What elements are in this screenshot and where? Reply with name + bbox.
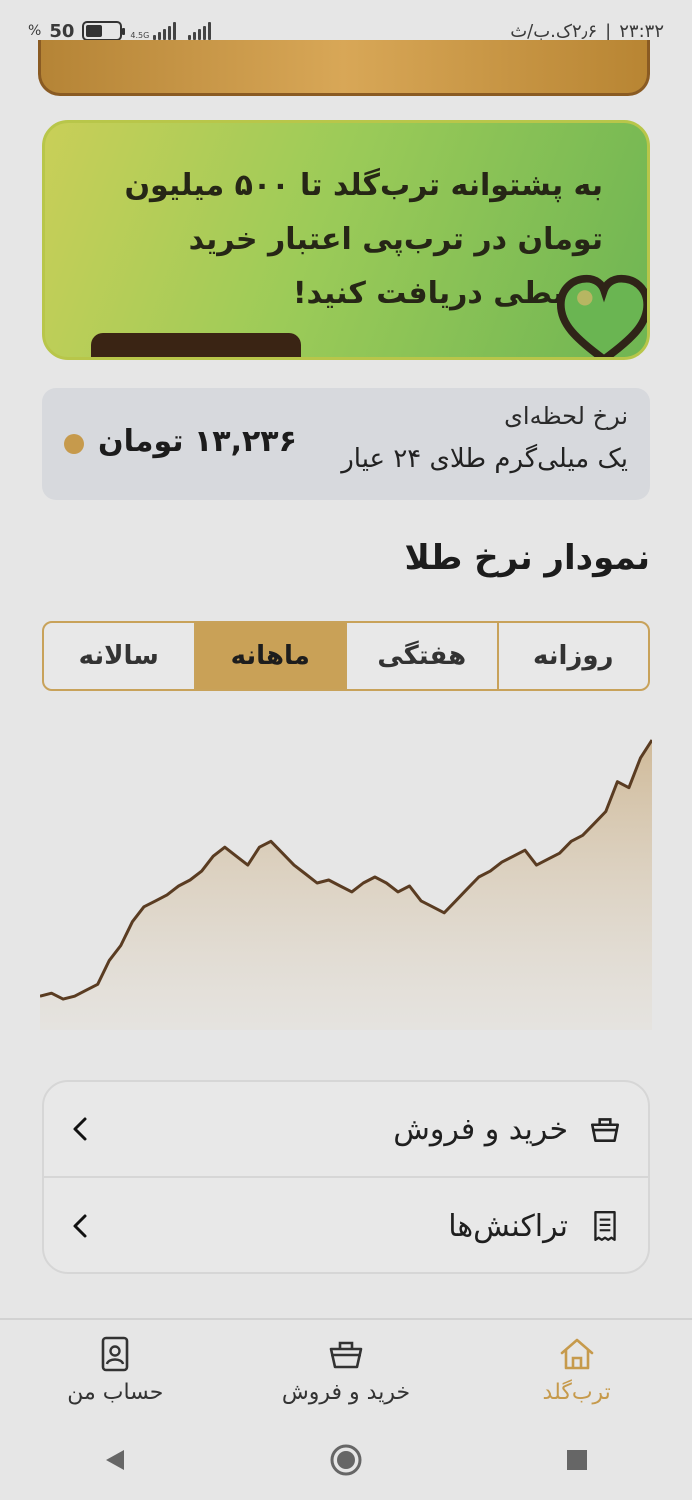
nav-label: خرید و فروش [281, 1379, 411, 1405]
menu-item-transactions[interactable]: تراکنش‌ها [44, 1178, 648, 1274]
basket-icon [329, 1341, 363, 1368]
bottom-nav: ترب‌گلد خرید و فروش حساب من [0, 1318, 692, 1418]
nav-label: حساب من [67, 1379, 164, 1405]
chevron-left-icon [73, 1214, 87, 1238]
signal-icon: 4.5G [130, 22, 212, 40]
nav-item-account[interactable]: حساب من [0, 1320, 231, 1418]
menu-item-buy-sell[interactable]: خرید و فروش [44, 1082, 648, 1178]
menu-card: خرید و فروش تراکنش‌ها [42, 1080, 650, 1274]
recents-button[interactable] [557, 1440, 597, 1480]
live-dot-icon [64, 434, 84, 454]
home-button[interactable] [326, 1440, 366, 1480]
recents-square-icon [566, 1450, 587, 1470]
home-icon [560, 1338, 593, 1369]
back-triangle-icon [106, 1450, 125, 1470]
gold-banner[interactable] [38, 40, 650, 96]
account-icon [102, 1336, 129, 1371]
rate-subtitle: یک میلی‌گرم طلای ۲۴ عیار [341, 444, 628, 474]
promo-text: به پشتوانه ترب‌گلد تا ۵۰۰ میلیون تومان د… [124, 168, 603, 311]
tab-weekly[interactable]: هفتگی [345, 623, 497, 689]
period-tabs: روزانه هفتگی ماهانه سالانه [42, 621, 650, 691]
battery-icon [82, 21, 126, 41]
clock: ۲۳:۳۲ [619, 20, 664, 42]
nav-item-buy-sell[interactable]: خرید و فروش [231, 1320, 462, 1418]
chevron-left-icon [73, 1117, 87, 1141]
promo-button[interactable] [91, 333, 301, 357]
basket-icon [590, 1118, 620, 1142]
back-button[interactable] [95, 1440, 135, 1480]
chart-area [40, 740, 652, 1030]
battery-unit: % [28, 23, 42, 39]
chart-svg [39, 739, 654, 1030]
tab-daily[interactable]: روزانه [496, 623, 649, 689]
system-nav [0, 1420, 692, 1500]
status-right: ۲۳:۳۲ | ۲٫۶ک.ب/ث [510, 20, 664, 42]
network-type: 4.5G [130, 31, 150, 40]
nav-label: ترب‌گلد [542, 1379, 611, 1405]
gold-price-chart[interactable] [39, 730, 654, 1030]
tab-monthly[interactable]: ماهانه [193, 623, 345, 689]
battery-percent: 50 [49, 20, 75, 42]
rate-title: نرخ لحظه‌ای [504, 402, 628, 430]
receipt-icon [594, 1211, 616, 1241]
status-icons: % 50 4.5G [28, 20, 212, 42]
rate-value: ۱۳,۲۳۶ تومان [98, 424, 297, 459]
home-circle-icon [330, 1444, 362, 1476]
menu-item-label: خرید و فروش [393, 1111, 568, 1147]
nav-item-torob-gold[interactable]: ترب‌گلد [461, 1320, 692, 1418]
menu-item-label: تراکنش‌ها [448, 1208, 568, 1244]
chart-title: نمودار نرخ طلا [404, 538, 651, 578]
data-speed: ۲٫۶ک.ب/ث [510, 20, 598, 42]
tab-yearly[interactable]: سالانه [44, 623, 194, 689]
heart-icon [556, 274, 647, 357]
rate-card: نرخ لحظه‌ای یک میلی‌گرم طلای ۲۴ عیار ۱۳,… [42, 388, 650, 500]
promo-banner[interactable]: به پشتوانه ترب‌گلد تا ۵۰۰ میلیون تومان د… [42, 120, 650, 360]
